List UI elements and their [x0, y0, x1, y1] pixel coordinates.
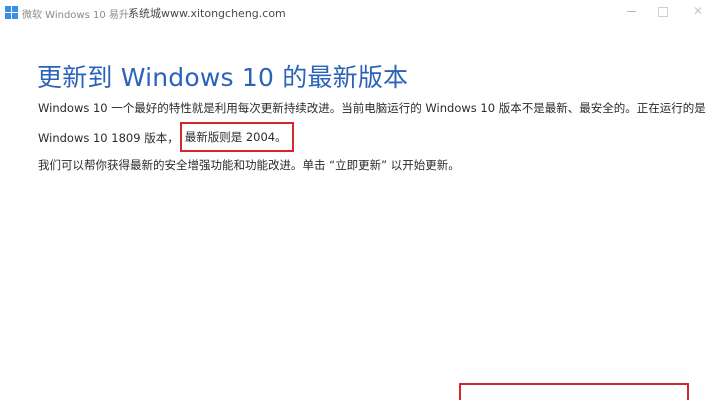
- update-now-button-highlight[interactable]: [459, 383, 689, 400]
- description-line-2: Windows 10 1809 版本， 最新版则是 2004。: [38, 122, 294, 153]
- latest-version-highlight: 最新版则是 2004。: [179, 122, 294, 152]
- close-button[interactable]: ✕: [684, 0, 714, 24]
- update-assistant-window: 微软 Windows 10 易升 系统城www.xitongcheng.com …: [0, 0, 717, 400]
- description-paragraph-2: 我们可以帮你获得最新的安全增强功能和功能改进。单击 “立即更新” 以开始更新。: [38, 158, 460, 172]
- maximize-icon: [658, 7, 668, 17]
- windows-logo-icon: [5, 6, 18, 19]
- watermark-text: 系统城www.xitongcheng.com: [128, 7, 286, 20]
- minimize-button[interactable]: [617, 0, 647, 24]
- window-title: 微软 Windows 10 易升: [22, 10, 129, 21]
- minimize-icon: [627, 11, 636, 12]
- maximize-button[interactable]: [648, 0, 678, 24]
- title-bar: 微软 Windows 10 易升 系统城www.xitongcheng.com …: [0, 0, 717, 26]
- close-icon: ✕: [693, 4, 704, 18]
- description-line-1: Windows 10 一个最好的特性就是利用每次更新持续改进。当前电脑运行的 W…: [38, 101, 706, 115]
- page-title: 更新到 Windows 10 的最新版本: [37, 63, 409, 92]
- current-version-text: Windows 10 1809 版本，: [38, 131, 179, 145]
